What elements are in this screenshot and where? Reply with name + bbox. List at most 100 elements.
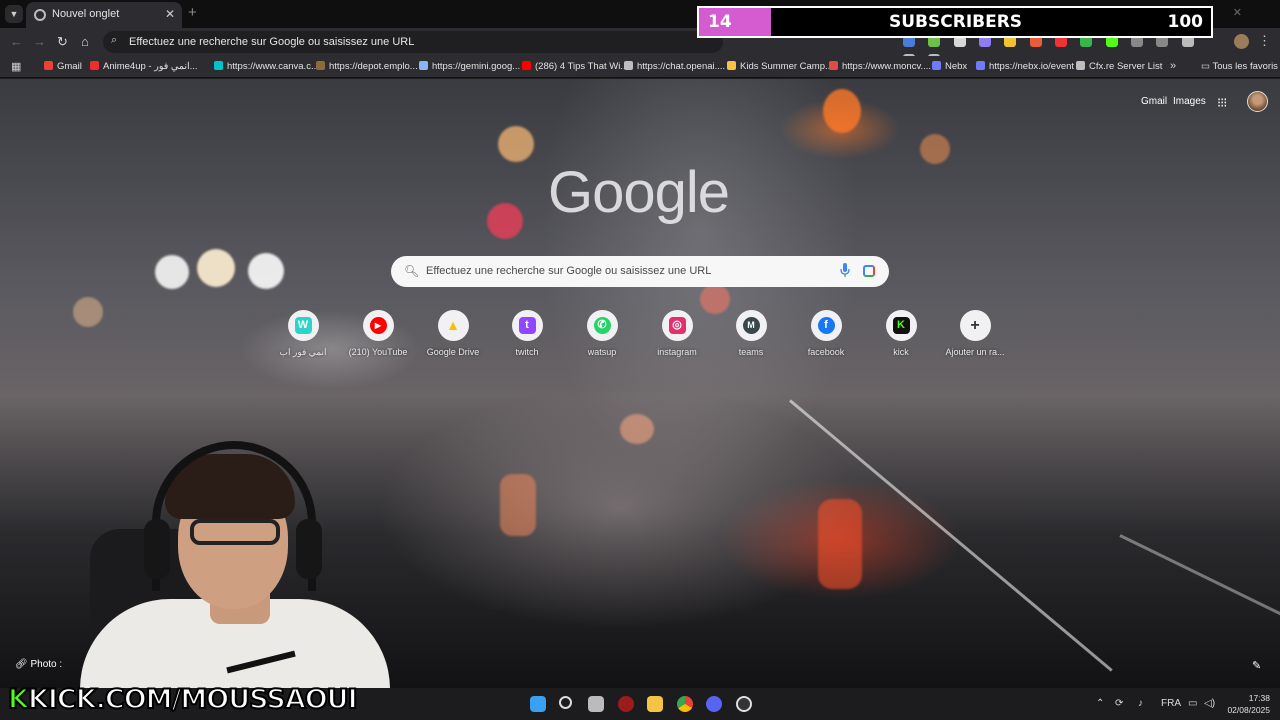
bookmark-label: https://www.canva.c...: [227, 61, 319, 72]
obs-icon[interactable]: [736, 696, 752, 712]
shortcut-icon-circle: t: [511, 310, 543, 341]
microphone-icon[interactable]: [840, 263, 850, 278]
chrome-icon[interactable]: [677, 696, 693, 712]
tray-overflow-icon[interactable]: ⌃: [1096, 698, 1104, 709]
clock-time: 17:38: [1248, 693, 1270, 703]
bookmark-favicon-icon: [829, 61, 838, 70]
bokeh-light: [197, 249, 235, 287]
facebook-icon: f: [817, 317, 835, 334]
network-icon[interactable]: ▭: [1188, 698, 1197, 709]
bokeh-light: [248, 253, 284, 289]
shortcut-label: (210) YouTube: [348, 347, 408, 357]
discord-icon[interactable]: [706, 696, 722, 712]
bookmark-favicon-icon: [1076, 61, 1085, 70]
shortcut-google-drive[interactable]: ▲ Google Drive: [416, 310, 490, 357]
shortcut-icon-circle: +: [959, 310, 991, 341]
bookmark-label: Kids Summer Camp...: [740, 61, 833, 72]
bookmark-item[interactable]: https://depot.emplo...: [316, 61, 418, 72]
shortcut-label: Google Drive: [426, 347, 480, 357]
bookmark-item[interactable]: Nebx: [932, 61, 967, 72]
search-icon[interactable]: [559, 696, 572, 709]
bookmark-label: Anime4up - انمي فور...: [103, 61, 198, 72]
bookmark-item[interactable]: Kids Summer Camp...: [727, 61, 833, 72]
close-tab-icon[interactable]: ✕: [165, 7, 175, 21]
shortcut-youtube[interactable]: ▶ (210) YouTube: [341, 310, 415, 357]
address-bar[interactable]: ⌕ Effectuez une recherche sur Google ou …: [103, 31, 723, 53]
google-drive-icon: ▲: [446, 317, 460, 333]
explorer-icon[interactable]: [647, 696, 663, 712]
address-bar-text: Effectuez une recherche sur Google ou sa…: [129, 36, 415, 48]
bokeh-light: [920, 134, 950, 164]
bookmark-label: Nebx: [945, 61, 968, 72]
photo-credit[interactable]: 🔗︎ Photo :: [15, 659, 62, 670]
reload-icon[interactable]: ↻: [57, 34, 68, 50]
bookmark-item[interactable]: Cfx.re Server List: [1076, 61, 1162, 72]
profile-avatar[interactable]: [1234, 34, 1249, 49]
subscriber-counter: 14 SUBSCRIBERS 100: [697, 6, 1213, 38]
app-red-icon[interactable]: [618, 696, 634, 712]
bookmark-item[interactable]: https://chat.openai....: [624, 61, 725, 72]
chrome-favicon-icon: [34, 9, 46, 21]
bookmark-favicon-icon: [214, 61, 223, 70]
task-view-icon[interactable]: [588, 696, 604, 712]
images-link[interactable]: Images: [1173, 96, 1206, 107]
add-shortcut-button[interactable]: + Ajouter un ra...: [938, 310, 1012, 357]
youtube-icon: ▶: [369, 317, 387, 334]
volume-icon[interactable]: ◁): [1204, 698, 1215, 709]
bookmark-favicon-icon: [90, 61, 99, 70]
bookmark-favicon-icon: [316, 61, 325, 70]
shortcut-teams[interactable]: M teams: [714, 310, 788, 357]
google-search-box[interactable]: 🔍︎ Effectuez une recherche sur Google ou…: [391, 256, 889, 287]
tray-app-icon[interactable]: ⟳: [1115, 698, 1123, 709]
road-curb-line: [1119, 534, 1280, 616]
bokeh-light: [498, 126, 534, 162]
bookmark-item[interactable]: https://www.canva.c...: [214, 61, 319, 72]
microphone-tray-icon[interactable]: ♪: [1138, 698, 1143, 709]
back-icon[interactable]: ←: [10, 34, 23, 49]
forward-icon[interactable]: →: [33, 34, 46, 49]
headset-earcup: [144, 519, 170, 579]
teams-icon: M: [742, 317, 760, 334]
gmail-link[interactable]: Gmail: [1141, 96, 1167, 107]
bookmarks-bar: ▦ Gmail Anime4up - انمي فور... https://w…: [0, 56, 1280, 78]
start-icon[interactable]: [530, 696, 546, 712]
new-tab-page: Gmail Images ⁝⁝⁝ Google 🔍︎ Effectuez une…: [0, 79, 1280, 688]
shortcut-instagram[interactable]: ◎ instagram: [640, 310, 714, 357]
bookmark-favicon-icon: [727, 61, 736, 70]
menu-kebab-icon[interactable]: ⋮: [1258, 33, 1271, 49]
customize-pencil-icon[interactable]: ✎: [1252, 659, 1261, 672]
new-tab-button[interactable]: +: [188, 4, 197, 21]
bookmark-item[interactable]: https://gemini.goog...: [419, 61, 520, 72]
account-avatar[interactable]: [1247, 91, 1268, 112]
whatsapp-icon: ✆: [593, 317, 611, 334]
shortcut-icon-circle: W: [287, 310, 319, 341]
shortcut-label: watsup: [587, 347, 617, 357]
bookmark-item[interactable]: https://www.moncv....: [829, 61, 931, 72]
language-indicator[interactable]: FRA: [1161, 698, 1181, 709]
instagram-icon: ◎: [668, 317, 686, 334]
system-clock[interactable]: 17:38 02/08/2025: [1226, 692, 1270, 716]
google-apps-icon[interactable]: ⁝⁝⁝: [1217, 95, 1227, 111]
tab-search-icon[interactable]: ▼: [5, 5, 23, 23]
shortcut-anime4up[interactable]: W انمي فور اب: [266, 310, 340, 358]
bookmark-item[interactable]: https://nebx.io/event: [976, 61, 1074, 72]
shortcut-whatsapp[interactable]: ✆ watsup: [565, 310, 639, 357]
all-bookmarks-folder[interactable]: ▭ Tous les favoris: [1201, 61, 1278, 72]
all-bookmarks-label: Tous les favoris: [1212, 61, 1278, 72]
shortcut-facebook[interactable]: f facebook: [789, 310, 863, 357]
bokeh-light: [155, 255, 189, 289]
tab-new-tab[interactable]: Nouvel onglet ✕: [26, 2, 182, 28]
apps-grid-icon[interactable]: ▦: [11, 60, 21, 73]
plus-icon: +: [970, 317, 980, 334]
shortcut-twitch[interactable]: t twitch: [490, 310, 564, 357]
home-icon[interactable]: ⌂: [81, 34, 89, 49]
bookmark-item[interactable]: (286) 4 Tips That Wi...: [522, 61, 628, 72]
google-lens-icon[interactable]: [863, 265, 875, 277]
more-bookmarks-icon[interactable]: »: [1170, 60, 1176, 72]
shortcut-label: kick: [893, 347, 909, 357]
kick-channel-text: KICK.COM/MOUSSAOUI: [27, 683, 359, 716]
bookmark-item[interactable]: Anime4up - انمي فور...: [90, 61, 198, 72]
shortcut-kick[interactable]: K kick: [864, 310, 938, 357]
bookmark-item[interactable]: Gmail: [44, 61, 82, 72]
bookmark-label: Cfx.re Server List: [1089, 61, 1163, 72]
